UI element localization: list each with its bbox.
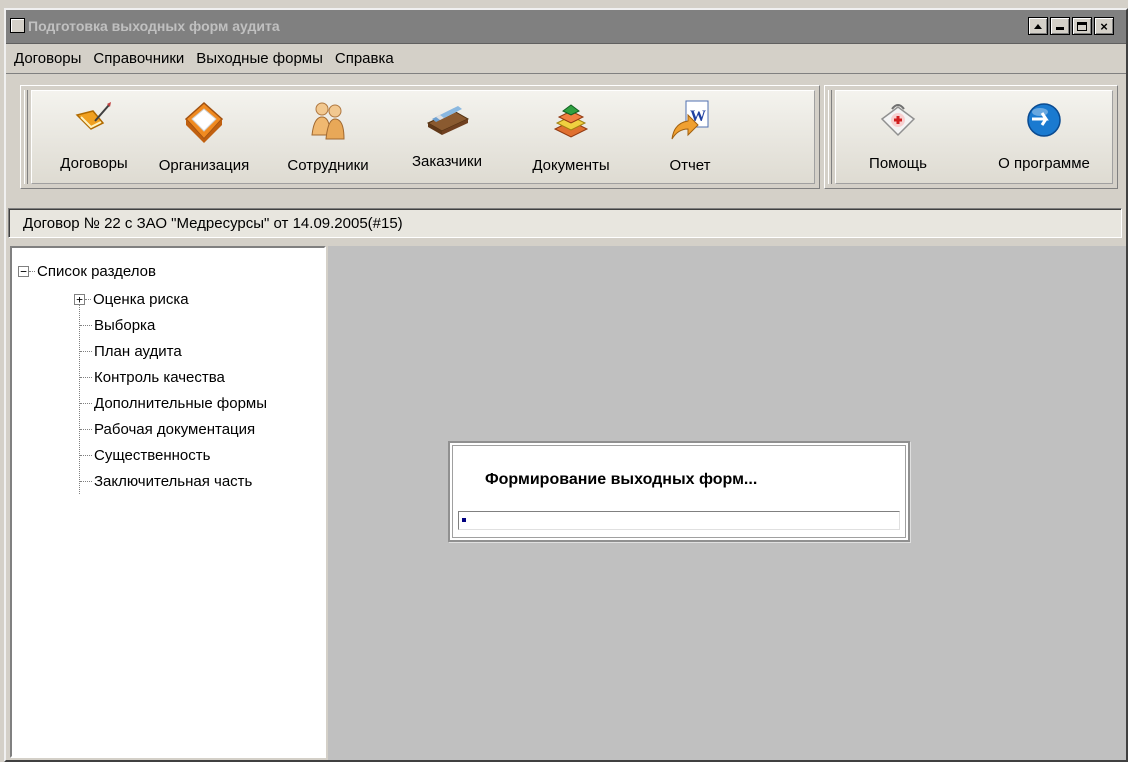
maximize-icon	[1077, 21, 1087, 31]
contract-info-text: Договор № 22 с ЗАО "Медресурсы" от 14.09…	[23, 214, 403, 232]
tree-connector	[80, 324, 92, 326]
word-report-icon: W	[671, 100, 709, 140]
about-button[interactable]: О программе	[984, 99, 1104, 172]
help-toolbar-inner: Помощь О программе	[835, 90, 1113, 184]
tree-connector	[80, 350, 92, 352]
tree-connector	[80, 402, 92, 404]
tree-item-risk-assessment[interactable]: + Оценка риска	[74, 289, 189, 309]
documents-stack-icon	[553, 104, 589, 138]
documents-button[interactable]: Документы	[511, 99, 631, 174]
progress-bar	[458, 511, 900, 530]
tree-item-additional-forms[interactable]: Дополнительные формы	[80, 393, 267, 413]
tree-connector	[80, 376, 92, 378]
menu-output-forms[interactable]: Выходные формы	[190, 50, 329, 67]
contract-check-icon	[75, 102, 111, 130]
app-window: Подготовка выходных форм аудита × Догово…	[4, 8, 1128, 762]
close-icon: ×	[1100, 18, 1108, 34]
tree-connector	[80, 454, 92, 456]
employees-button[interactable]: Сотрудники	[268, 99, 388, 174]
tree-item-quality-control[interactable]: Контроль качества	[80, 367, 225, 387]
close-button[interactable]: ×	[1094, 17, 1114, 35]
customers-button-label: Заказчики	[412, 153, 482, 170]
contracts-button[interactable]: Договоры	[34, 99, 154, 172]
tree-item-sample[interactable]: Выборка	[80, 315, 155, 335]
help-button[interactable]: Помощь	[838, 99, 958, 172]
progress-title: Формирование выходных форм...	[485, 471, 758, 488]
info-globe-icon	[1027, 103, 1061, 137]
progress-dialog: Формирование выходных форм...	[448, 441, 910, 542]
minimize-button[interactable]	[1050, 17, 1070, 35]
window-title: Подготовка выходных форм аудита	[28, 18, 280, 34]
contract-info-bar: Договор № 22 с ЗАО "Медресурсы" от 14.09…	[8, 208, 1122, 238]
report-button-label: Отчет	[669, 157, 711, 174]
menu-contracts[interactable]: Договоры	[8, 50, 87, 67]
toolbar-grip[interactable]	[24, 90, 28, 184]
tree-item-audit-plan[interactable]: План аудита	[80, 341, 182, 361]
toolbar: Договоры Организация Сотрудники Заказчик…	[6, 75, 1126, 205]
about-button-label: О программе	[998, 155, 1090, 172]
arrow-up-icon	[1034, 23, 1042, 29]
employees-button-label: Сотрудники	[287, 157, 369, 174]
tree-connector	[80, 480, 92, 482]
main-toolbar-band: Договоры Организация Сотрудники Заказчик…	[20, 85, 820, 189]
system-menu-icon[interactable]	[10, 18, 25, 33]
organization-button-label: Организация	[158, 157, 250, 174]
progress-fill	[462, 518, 466, 522]
tree-item-working-docs[interactable]: Рабочая документация	[80, 419, 255, 439]
minimize-icon	[1056, 26, 1064, 30]
tree-item-materiality[interactable]: Существенность	[80, 445, 210, 465]
tree-item-label: Оценка риска	[93, 290, 189, 308]
tree-item-label: Дополнительные формы	[94, 394, 268, 412]
tree-item-label: Заключительная часть	[94, 472, 253, 490]
expand-icon[interactable]: +	[74, 293, 85, 305]
maximize-button[interactable]	[1072, 17, 1092, 35]
house-icon	[184, 101, 224, 143]
collapse-icon[interactable]: −	[18, 265, 29, 277]
sections-tree: − Список разделов + Оценка риска Выборка…	[10, 246, 326, 758]
tree-item-label: Существенность	[94, 446, 211, 464]
tree-item-label: Контроль качества	[94, 368, 225, 386]
tree-item-label: План аудита	[94, 342, 182, 360]
menu-directories[interactable]: Справочники	[87, 50, 190, 67]
toolbar-grip[interactable]	[828, 90, 832, 184]
tree-item-label: Рабочая документация	[94, 420, 256, 438]
tree-item-final-part[interactable]: Заключительная часть	[80, 471, 252, 491]
tree-root[interactable]: − Список разделов	[18, 261, 156, 281]
organization-button[interactable]: Организация	[144, 99, 264, 174]
help-button-label: Помощь	[869, 155, 927, 172]
tree-connector	[80, 428, 92, 430]
menu-bar: Договоры Справочники Выходные формы Спра…	[6, 44, 1126, 74]
card-file-icon	[426, 106, 470, 135]
tree-connector	[85, 298, 91, 300]
people-icon	[311, 102, 345, 140]
customers-button[interactable]: Заказчики	[387, 99, 507, 170]
menu-help[interactable]: Справка	[329, 50, 400, 67]
title-bar[interactable]: Подготовка выходных форм аудита ×	[6, 10, 1126, 44]
tree-item-label: Выборка	[94, 316, 156, 334]
scroll-up-button[interactable]	[1028, 17, 1048, 35]
contracts-button-label: Договоры	[60, 155, 128, 172]
first-aid-icon	[880, 104, 916, 137]
help-toolbar-band: Помощь О программе	[824, 85, 1118, 189]
main-toolbar-inner: Договоры Организация Сотрудники Заказчик…	[31, 90, 815, 184]
tree-connector	[29, 270, 35, 272]
report-button[interactable]: W Отчет	[630, 99, 750, 174]
tree-root-label: Список разделов	[37, 262, 156, 280]
documents-button-label: Документы	[532, 157, 610, 174]
